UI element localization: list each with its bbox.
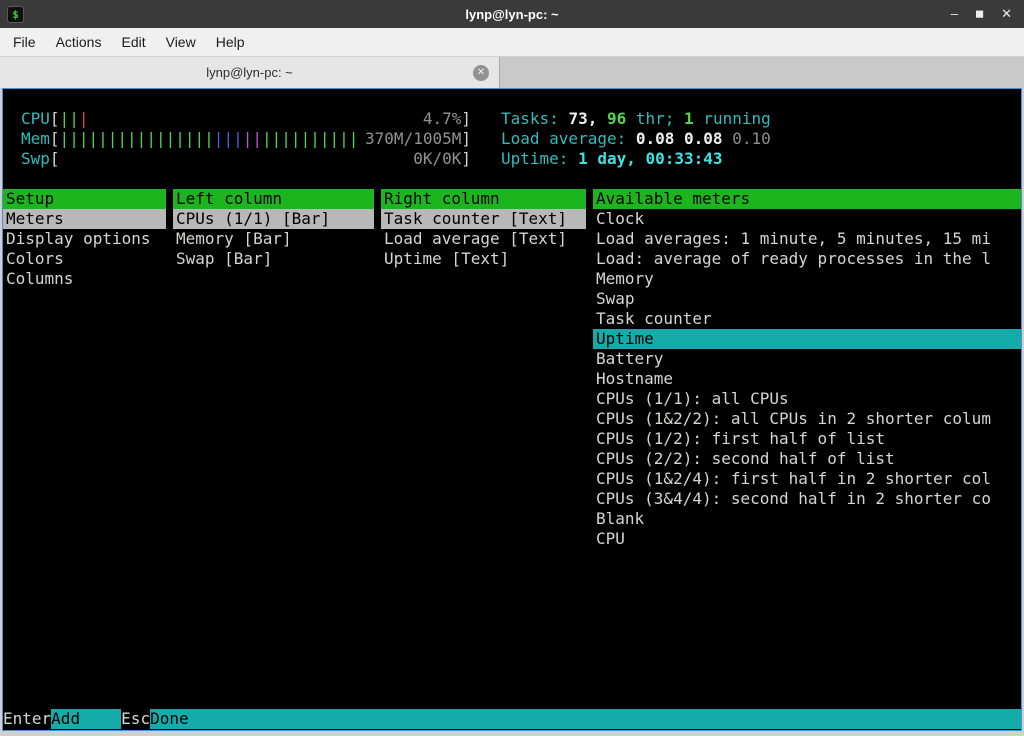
panel-item-available-meters-load-average-of-ready-processe[interactable]: Load: average of ready processes in the … [593,249,1021,269]
panel-item-setup-meters[interactable]: Meters [3,209,166,229]
menu-item-edit[interactable]: Edit [111,28,155,56]
swp-meter: Swp[0K/0K] [21,149,471,169]
window-title: lynp@lyn-pc: ~ [0,7,1024,22]
tasks-line: Tasks: 73, 96 thr; 1 running [501,109,771,129]
panel-item-available-meters-hostname[interactable]: Hostname [593,369,1021,389]
mem-meter-bars: ||||||||||||||||||||||||||||||| [60,129,359,148]
panel-item-setup-display-options[interactable]: Display options [3,229,166,249]
panel-title-available-meters: Available meters [593,189,1021,209]
panel-item-available-meters-cpus-1-1-all-cpus[interactable]: CPUs (1/1): all CPUs [593,389,1021,409]
mem-meter-value: 370M/1005M] [365,129,471,149]
maximize-icon[interactable]: ◼ [975,0,984,28]
minimize-icon[interactable]: – [951,0,958,28]
panel-item-right-column-uptime-text[interactable]: Uptime [Text] [381,249,586,269]
panel-item-available-meters-task-counter[interactable]: Task counter [593,309,1021,329]
fnaction-done[interactable]: Done [150,709,1021,729]
panel-item-available-meters-load-averages-1-minute-5-minut[interactable]: Load averages: 1 minute, 5 minutes, 15 m… [593,229,1021,249]
cpu-meter-label: CPU [21,109,50,128]
panel-item-available-meters-cpus-1-2-2-all-cpus-in-2-short[interactable]: CPUs (1&2/2): all CPUs in 2 shorter colu… [593,409,1021,429]
panel-item-left-column-cpus-1-1-bar[interactable]: CPUs (1/1) [Bar] [173,209,374,229]
panel-item-available-meters-memory[interactable]: Memory [593,269,1021,289]
cpu-meter: CPU[|||4.7%] [21,109,471,129]
cpu-meter-value: 4.7%] [423,109,471,129]
tab-bar: lynp@lyn-pc: ~ ✕ [0,57,1024,88]
swp-meter-value: 0K/0K] [413,149,471,169]
panel-item-available-meters-cpu[interactable]: CPU [593,529,1021,549]
terminal-screen[interactable]: CPU[|||4.7%]Mem[||||||||||||||||||||||||… [2,88,1022,731]
panel-item-setup-colors[interactable]: Colors [3,249,166,269]
panel-item-available-meters-clock[interactable]: Clock [593,209,1021,229]
function-bar: EnterAddEscDone [3,709,1021,729]
menubar: FileActionsEditViewHelp [0,28,1024,57]
uptime-line: Uptime: 1 day, 00:33:43 [501,149,723,169]
cpu-meter-bars: ||| [60,109,89,128]
panel-item-available-meters-blank[interactable]: Blank [593,509,1021,529]
panel-title-right-column: Right column [381,189,586,209]
mem-meter-label: Mem [21,129,50,148]
panel-item-available-meters-uptime[interactable]: Uptime [593,329,1021,349]
mem-meter: Mem[|||||||||||||||||||||||||||||||370M/… [21,129,471,149]
titlebar: $ lynp@lyn-pc: ~ – ◼ ✕ [0,0,1024,28]
fnkey-esc[interactable]: Esc [121,709,150,729]
panel-item-available-meters-swap[interactable]: Swap [593,289,1021,309]
panel-item-available-meters-cpus-1-2-first-half-of-list[interactable]: CPUs (1/2): first half of list [593,429,1021,449]
panel-item-right-column-task-counter-text[interactable]: Task counter [Text] [381,209,586,229]
fnkey-enter[interactable]: Enter [3,709,51,729]
menu-item-file[interactable]: File [3,28,46,56]
panel-item-setup-columns[interactable]: Columns [3,269,166,289]
close-icon[interactable]: ✕ [1001,0,1012,28]
panel-item-right-column-load-average-text[interactable]: Load average [Text] [381,229,586,249]
panel-title-setup: Setup [3,189,166,209]
panel-item-available-meters-battery[interactable]: Battery [593,349,1021,369]
panel-item-left-column-memory-bar[interactable]: Memory [Bar] [173,229,374,249]
tab-close-icon[interactable]: ✕ [473,65,489,81]
tab-close-glyph: ✕ [477,65,485,81]
fnaction-add[interactable]: Add [51,709,121,729]
panel-item-available-meters-cpus-1-2-4-first-half-in-2-sho[interactable]: CPUs (1&2/4): first half in 2 shorter co… [593,469,1021,489]
tab-label: lynp@lyn-pc: ~ [206,65,293,80]
tab-active[interactable]: lynp@lyn-pc: ~ ✕ [0,57,500,88]
menu-item-help[interactable]: Help [206,28,255,56]
load-average-line: Load average: 0.08 0.08 0.10 [501,129,771,149]
window-controls: – ◼ ✕ [951,0,1012,28]
panel-title-left-column: Left column [173,189,374,209]
panel-item-available-meters-cpus-3-4-4-second-half-in-2-sh[interactable]: CPUs (3&4/4): second half in 2 shorter c… [593,489,1021,509]
panel-item-available-meters-cpus-2-2-second-half-of-list[interactable]: CPUs (2/2): second half of list [593,449,1021,469]
terminal-window: $ lynp@lyn-pc: ~ – ◼ ✕ FileActionsEditVi… [0,0,1024,736]
menu-item-actions[interactable]: Actions [46,28,112,56]
panel-item-left-column-swap-bar[interactable]: Swap [Bar] [173,249,374,269]
swp-meter-label: Swp [21,149,50,168]
menu-item-view[interactable]: View [156,28,206,56]
